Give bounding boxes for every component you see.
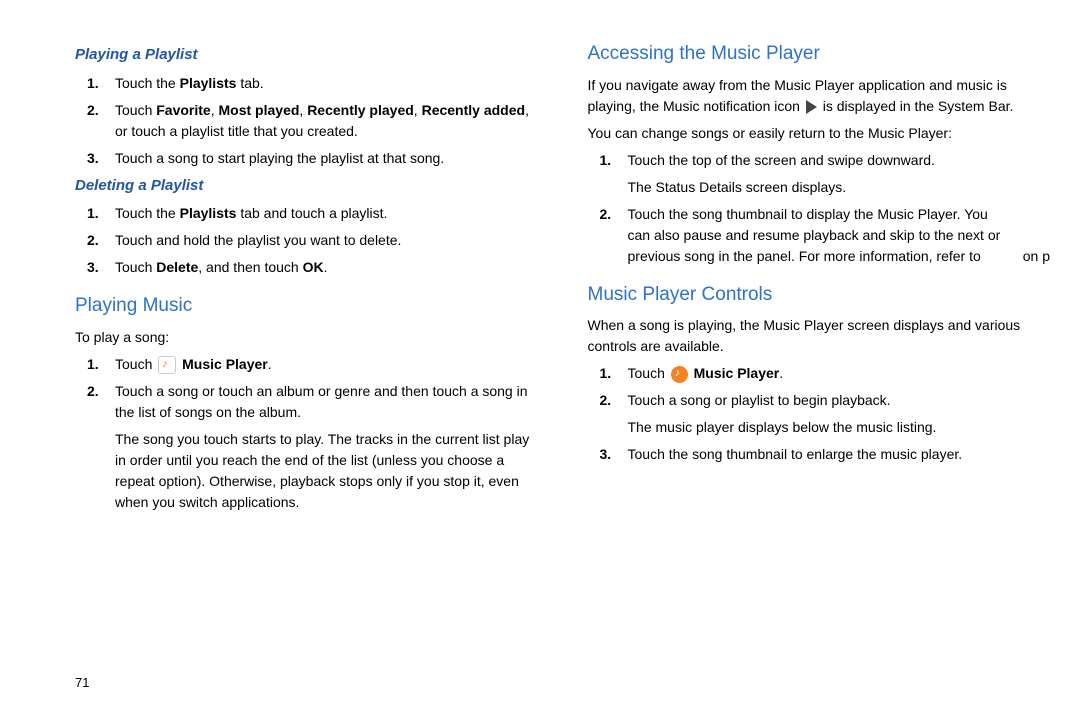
text: , (211, 102, 219, 118)
manual-page: Playing a Playlist Touch the Playlists t… (0, 0, 1080, 539)
list-item: Touch the Playlists tab. (75, 73, 538, 94)
play-notification-icon (806, 100, 817, 114)
heading-player-controls: Music Player Controls (588, 281, 1051, 310)
list-item: Touch the top of the screen and swipe do… (588, 150, 1051, 198)
text: tab. (236, 75, 263, 91)
list-playing-playlist: Touch the Playlists tab. Touch Favorite,… (75, 73, 538, 169)
bold: OK (303, 259, 324, 275)
list-playing-music: Touch Music Player. Touch a song or touc… (75, 354, 538, 513)
paragraph: When a song is playing, the Music Player… (588, 315, 1051, 357)
text: Touch (628, 365, 669, 381)
text: Touch a song or playlist to begin playba… (628, 392, 891, 408)
heading-accessing-player: Accessing the Music Player (588, 40, 1051, 69)
subheading-playing-playlist: Playing a Playlist (75, 44, 538, 67)
list-item: Touch the Playlists tab and touch a play… (75, 203, 538, 224)
paragraph: The song you touch starts to play. The t… (115, 429, 538, 513)
list-item: Touch Music Player. (75, 354, 538, 375)
list-item: Touch the song thumbnail to enlarge the … (588, 444, 1051, 465)
paragraph: To play a song: (75, 327, 538, 348)
text-cutoff: on p (1023, 246, 1050, 267)
text: Touch (115, 102, 156, 118)
text: Touch the (115, 205, 180, 221)
list-deleting-playlist: Touch the Playlists tab and touch a play… (75, 203, 538, 278)
list-item: Touch the song thumbnail to display the … (588, 204, 1051, 267)
music-player-app-icon (158, 356, 176, 374)
heading-playing-music: Playing Music (75, 292, 538, 321)
subheading-deleting-playlist: Deleting a Playlist (75, 175, 538, 198)
bold: Recently played (307, 102, 414, 118)
music-player-app-icon (671, 366, 688, 383)
bold: Music Player (690, 365, 780, 381)
text: is displayed in the System Bar. (819, 98, 1014, 114)
text: , and then touch (198, 259, 302, 275)
text: Touch the (115, 75, 180, 91)
paragraph: If you navigate away from the Music Play… (588, 75, 1051, 117)
text: . (268, 356, 272, 372)
list-player-controls: Touch Music Player. Touch a song or play… (588, 363, 1051, 465)
text: . (779, 365, 783, 381)
bold: Playlists (180, 205, 237, 221)
bold: Delete (156, 259, 198, 275)
bold: Music Player (178, 356, 268, 372)
list-item: Touch Music Player. (588, 363, 1051, 384)
list-item: Touch a song to start playing the playli… (75, 148, 538, 169)
list-item: Touch Favorite, Most played, Recently pl… (75, 100, 538, 142)
paragraph: The music player displays below the musi… (628, 417, 1051, 438)
bold: Most played (219, 102, 300, 118)
text: . (324, 259, 328, 275)
paragraph: The Status Details screen displays. (628, 177, 1051, 198)
list-accessing-player: Touch the top of the screen and swipe do… (588, 150, 1051, 267)
text: tab and touch a playlist. (236, 205, 387, 221)
left-column: Playing a Playlist Touch the Playlists t… (75, 40, 538, 519)
list-item: Touch Delete, and then touch OK. (75, 257, 538, 278)
page-number: 71 (75, 673, 89, 693)
bold: Recently added (422, 102, 525, 118)
list-item: Touch and hold the playlist you want to … (75, 230, 538, 251)
bold: Favorite (156, 102, 210, 118)
list-item: Touch a song or touch an album or genre … (75, 381, 538, 513)
paragraph: You can change songs or easily return to… (588, 123, 1051, 144)
text: Touch a song or touch an album or genre … (115, 383, 528, 420)
text: , (414, 102, 422, 118)
text: Touch the top of the screen and swipe do… (628, 152, 935, 168)
list-item: Touch a song or playlist to begin playba… (588, 390, 1051, 438)
text: Touch the song thumbnail to display the … (628, 204, 1003, 267)
right-column: Accessing the Music Player If you naviga… (588, 40, 1051, 519)
text: Touch (115, 356, 156, 372)
text: Touch (115, 259, 156, 275)
bold: Playlists (180, 75, 237, 91)
